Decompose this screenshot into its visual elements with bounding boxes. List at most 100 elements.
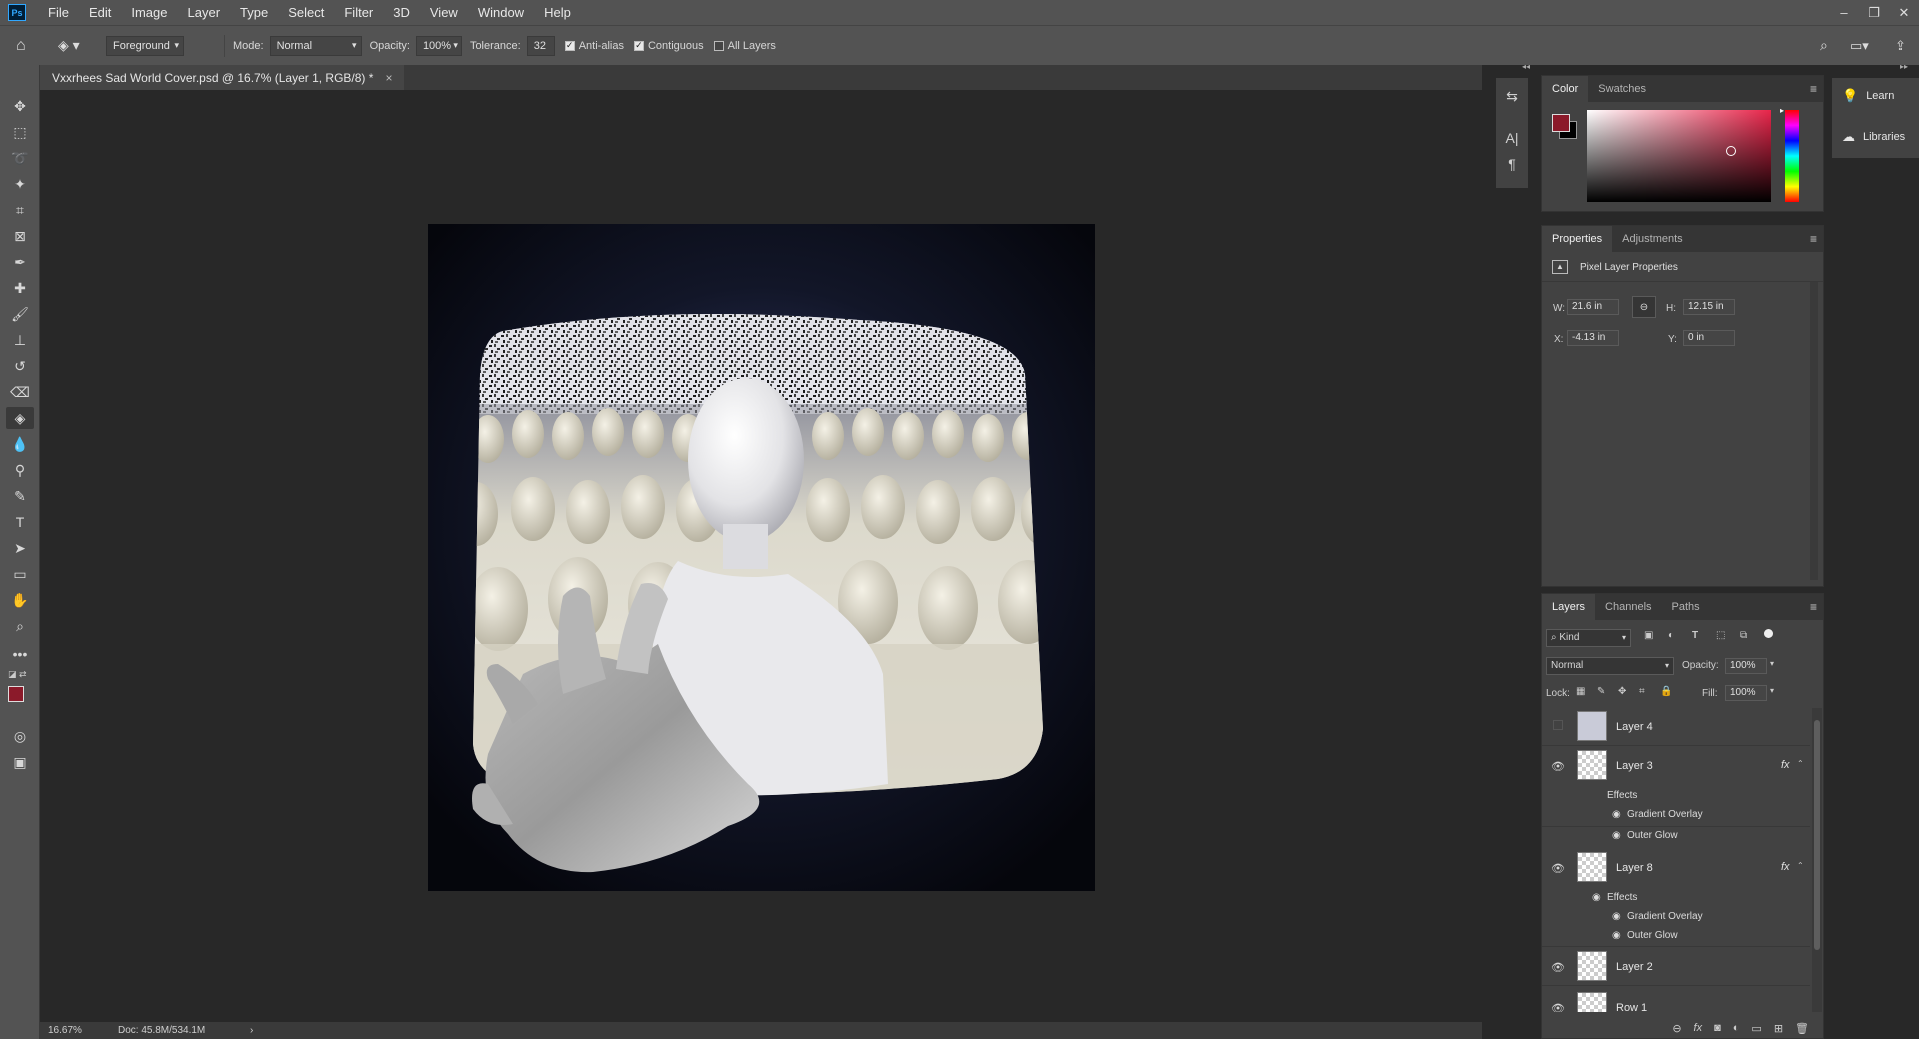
filter-toggle-icon[interactable] [1764,629,1773,638]
y-position-field[interactable]: 0 in [1683,330,1735,346]
effect-gradient-overlay[interactable]: Gradient Overlay [1627,911,1703,922]
clone-stamp-tool-icon[interactable]: ⊥ [6,329,34,351]
restore-button[interactable]: ❐ [1859,0,1889,25]
search-icon[interactable]: ⌕ [1820,37,1828,54]
menu-layer[interactable]: Layer [178,5,231,20]
paint-bucket-preset-icon[interactable]: ◈ ▾ [58,37,98,54]
layer-name[interactable]: Layer 8 [1616,862,1653,874]
color-picker-field[interactable] [1587,110,1771,202]
collapse-dock-icon[interactable]: ◂◂ [1522,62,1530,71]
anti-alias-checkbox[interactable]: ✓ [564,40,575,51]
chevron-down-icon[interactable]: ▾ [1770,659,1774,668]
effect-eye-icon[interactable]: ◉ [1612,809,1621,820]
lock-image-icon[interactable]: ✎ [1597,686,1605,697]
x-position-field[interactable]: -4.13 in [1567,330,1619,346]
layer-row-layer-2[interactable]: 👁 Layer 2 [1542,948,1810,986]
more-tools-icon[interactable]: ••• [6,643,34,665]
blend-mode-select[interactable]: Normal ▾ [1546,657,1674,675]
home-icon[interactable]: ⌂ [16,37,40,55]
close-window-button[interactable]: ✕ [1889,0,1919,25]
layer-3-effect-outer-glow[interactable]: ◉ Outer Glow [1542,828,1810,848]
menu-window[interactable]: Window [468,5,534,20]
link-dimensions-icon[interactable]: ⊖ [1632,296,1656,318]
menu-view[interactable]: View [420,5,468,20]
rectangle-tool-icon[interactable]: ▭ [6,563,34,585]
hue-slider[interactable] [1785,110,1799,202]
menu-edit[interactable]: Edit [79,5,121,20]
menu-file[interactable]: File [38,5,79,20]
effect-gradient-overlay[interactable]: Gradient Overlay [1627,809,1703,820]
blur-tool-icon[interactable]: 💧 [6,433,34,455]
lasso-tool-icon[interactable]: ➰ [6,147,34,169]
link-layers-icon[interactable]: ⊖ [1672,1022,1681,1035]
menu-help[interactable]: Help [534,5,581,20]
layer-row-layer-4[interactable]: Layer 4 [1542,708,1810,746]
collapse-effects-icon[interactable]: ⌃ [1797,861,1804,870]
tab-properties[interactable]: Properties [1542,226,1613,252]
effect-eye-icon[interactable]: ◉ [1612,930,1621,941]
paragraph-panel-icon[interactable]: ¶ [1502,154,1522,174]
lock-all-icon[interactable]: 🔒 [1660,686,1672,697]
layer-opacity-field[interactable]: 100% [1725,658,1767,674]
layer-name[interactable]: Row 1 [1616,1002,1647,1012]
zoom-tool-icon[interactable]: ⌕ [6,615,34,637]
layer-row-row-1[interactable]: 👁 Row 1 [1542,987,1810,1012]
share-icon[interactable]: ⇪ [1895,38,1906,54]
panel-menu-icon[interactable]: ≡ [1810,600,1817,614]
menu-select[interactable]: Select [278,5,334,20]
marquee-tool-icon[interactable]: ⬚ [6,121,34,143]
frame-tool-icon[interactable]: ⊠ [6,225,34,247]
status-menu-arrow-icon[interactable]: › [250,1025,253,1036]
foreground-color-swatch[interactable] [8,686,24,702]
filter-pixel-icon[interactable]: ▣ [1644,630,1653,641]
tab-color[interactable]: Color [1542,76,1589,102]
color-picker-cursor[interactable] [1726,146,1736,156]
history-brush-tool-icon[interactable]: ↺ [6,355,34,377]
opacity-input[interactable]: 100% ▾ [415,35,462,56]
effect-outer-glow[interactable]: Outer Glow [1627,930,1678,941]
new-layer-icon[interactable]: ⊞ [1774,1022,1783,1035]
new-adjustment-layer-icon[interactable]: ◐ [1733,1022,1740,1034]
document-canvas[interactable]: dreamstime [428,224,1095,891]
panel-menu-icon[interactable]: ≡ [1810,82,1817,96]
tolerance-input[interactable]: 32 [526,35,555,56]
layer-filter-kind-select[interactable]: ⌕ Kind ▾ [1546,629,1631,647]
filter-smart-object-icon[interactable]: ⧉ [1740,630,1747,641]
contiguous-checkbox[interactable]: ✓ [633,40,644,51]
effect-outer-glow[interactable]: Outer Glow [1627,830,1678,841]
history-panel-icon[interactable]: ⇆ [1502,86,1522,106]
layer-row-layer-8[interactable]: 👁 Layer 8 fx ⌃ ◉ Effects ◉ Gradient Over… [1542,849,1810,947]
menu-filter[interactable]: Filter [334,5,383,20]
fx-icon[interactable]: fx [1781,759,1790,771]
collapse-panels-icon[interactable]: ▸▸ [1900,62,1908,71]
paint-bucket-tool-icon[interactable]: ◈ [6,407,34,429]
hue-slider-handle[interactable]: ▸ [1780,106,1784,115]
eyedropper-tool-icon[interactable]: ✒ [6,251,34,273]
layer-row-layer-3[interactable]: 👁 Layer 3 fx ⌃ Effects ◉ Gradient Overla… [1542,747,1810,827]
layers-scrollbar-thumb[interactable] [1814,720,1820,950]
properties-scrollbar[interactable] [1810,282,1818,580]
layer-name[interactable]: Layer 2 [1616,961,1653,973]
path-selection-tool-icon[interactable]: ➤ [6,537,34,559]
menu-type[interactable]: Type [230,5,278,20]
add-mask-icon[interactable]: ◙ [1714,1022,1721,1034]
effect-eye-icon[interactable]: ◉ [1592,892,1601,903]
swap-colors-icon[interactable]: ◪ ⇄ [8,669,27,680]
tab-adjustments[interactable]: Adjustments [1612,226,1693,252]
filter-type-icon[interactable]: T [1692,630,1698,641]
magic-wand-tool-icon[interactable]: ✦ [6,173,34,195]
chevron-down-icon[interactable]: ▾ [1770,686,1774,695]
pen-tool-icon[interactable]: ✎ [6,485,34,507]
tab-layers[interactable]: Layers [1542,594,1596,620]
new-group-icon[interactable]: ▭ [1751,1022,1761,1035]
filter-shape-icon[interactable]: ⬚ [1716,630,1725,641]
tab-channels[interactable]: Channels [1595,594,1661,620]
width-field[interactable]: 21.6 in [1567,299,1619,315]
type-tool-icon[interactable]: T [6,511,34,533]
libraries-button[interactable]: ☁ Libraries [1832,119,1919,155]
mode-select[interactable]: Normal ▾ [269,35,362,56]
layers-scrollbar[interactable] [1812,708,1822,1012]
dodge-tool-icon[interactable]: ⚲ [6,459,34,481]
lock-position-icon[interactable]: ✥ [1618,686,1626,697]
visibility-toggle-off[interactable] [1553,720,1563,730]
